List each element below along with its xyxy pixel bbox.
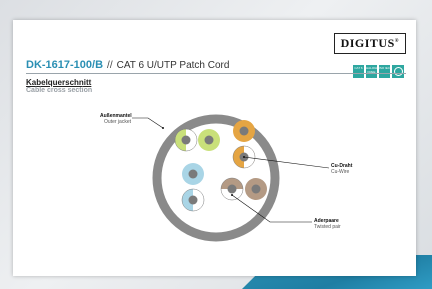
blue-pair bbox=[181, 163, 205, 212]
brown-pair bbox=[220, 177, 267, 201]
cu-wire-label: Cu-Draht Cu-Wire bbox=[331, 163, 352, 175]
outer-jacket-leader bbox=[132, 117, 164, 129]
green-pair bbox=[174, 128, 220, 152]
outer-jacket-label-en: Outer jacket bbox=[104, 119, 131, 125]
twisted-pair-label: Aderpaare Twisted pair bbox=[314, 218, 341, 230]
cable-cross-section-diagram bbox=[132, 114, 330, 242]
outer-jacket-label: Außenmantel Outer jacket bbox=[100, 113, 132, 125]
orange-pair bbox=[232, 120, 256, 169]
cu-wire-leader bbox=[243, 156, 330, 169]
twisted-pair-label-en: Twisted pair bbox=[314, 224, 341, 230]
cu-wire-label-en: Cu-Wire bbox=[331, 169, 350, 175]
